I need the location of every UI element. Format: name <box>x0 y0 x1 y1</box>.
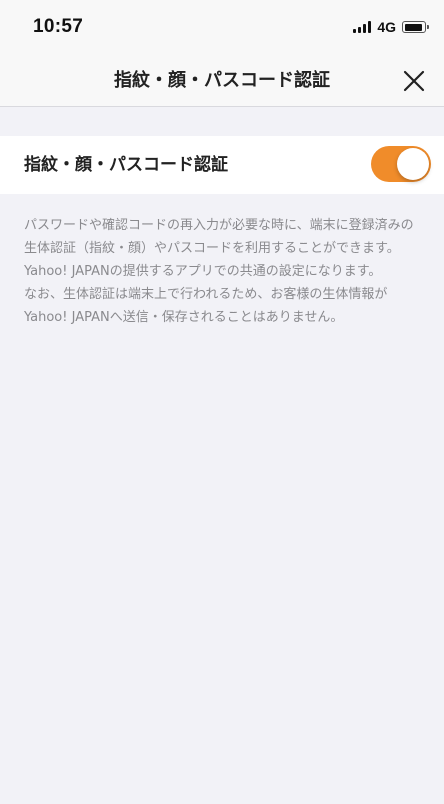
description-paragraph-1: パスワードや確認コードの再入力が必要な時に、端末に登録済みの生体認証（指紋・顔）… <box>24 218 414 279</box>
biometric-setting-row: 指紋・顔・パスコード認証 <box>0 136 444 194</box>
status-indicators: 4G <box>353 19 429 35</box>
status-time: 10:57 <box>33 16 84 37</box>
network-type: 4G <box>377 19 396 35</box>
close-button[interactable] <box>396 63 432 99</box>
battery-level <box>404 23 422 31</box>
description-paragraph-2: なお、生体認証は端末上で行われるため、お客様の生体情報がYahoo! JAPAN… <box>24 287 388 325</box>
description-text: パスワードや確認コードの再入力が必要な時に、端末に登録済みの生体認証（指紋・顔）… <box>24 214 424 329</box>
signal-icon <box>353 21 372 33</box>
biometric-setting-label: 指紋・顔・パスコード認証 <box>24 155 228 175</box>
navigation-bar: 指紋・顔・パスコード認証 <box>0 56 444 107</box>
page-title: 指紋・顔・パスコード認証 <box>114 70 330 91</box>
close-icon <box>403 70 425 92</box>
status-bar: 10:57 4G <box>0 0 444 56</box>
biometric-toggle[interactable] <box>371 146 431 182</box>
toggle-knob <box>397 148 429 180</box>
battery-icon <box>402 21 429 33</box>
